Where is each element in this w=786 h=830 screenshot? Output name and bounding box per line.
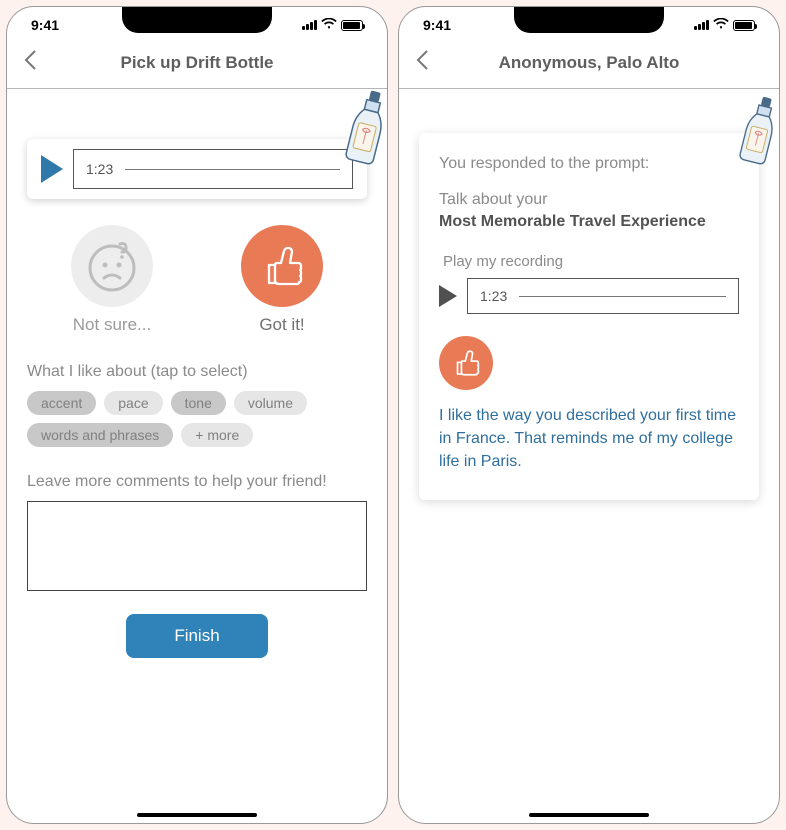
content-right: You responded to the prompt: Talk about …	[399, 89, 779, 823]
feedback-text: I like the way you described your first …	[439, 404, 739, 474]
status-icons	[302, 17, 363, 33]
signal-icon	[694, 20, 709, 30]
chip-volume[interactable]: volume	[234, 391, 307, 415]
home-indicator[interactable]	[529, 813, 649, 817]
audio-player-card: 1:23	[27, 139, 367, 199]
header: Pick up Drift Bottle	[7, 39, 387, 89]
audio-time: 1:23	[480, 288, 507, 304]
rating-not-sure[interactable]: Not sure...	[71, 225, 153, 335]
thumbs-up-icon	[241, 225, 323, 307]
audio-player-row: 1:23	[439, 278, 739, 314]
rating-got-it[interactable]: Got it!	[241, 225, 323, 335]
status-time: 9:41	[423, 17, 451, 33]
page-title: Pick up Drift Bottle	[47, 53, 371, 73]
thumbs-up-icon	[439, 336, 493, 390]
notch	[514, 7, 664, 33]
battery-icon	[733, 20, 755, 31]
rating-row: Not sure... Got it!	[27, 225, 367, 335]
battery-icon	[341, 20, 363, 31]
home-indicator[interactable]	[137, 813, 257, 817]
play-button[interactable]	[439, 285, 457, 307]
bottle-icon	[345, 89, 387, 174]
like-section-label: What I like about (tap to select)	[27, 363, 367, 381]
audio-time: 1:23	[86, 161, 113, 177]
notch	[122, 7, 272, 33]
prompt-intro: You responded to the prompt:	[439, 155, 739, 173]
wifi-icon	[713, 17, 729, 33]
chip-accent[interactable]: accent	[27, 391, 96, 415]
page-title: Anonymous, Palo Alto	[439, 53, 763, 73]
status-time: 9:41	[31, 17, 59, 33]
chip-words-phrases[interactable]: words and phrases	[27, 423, 173, 447]
finish-button[interactable]: Finish	[126, 614, 267, 658]
prompt-lead: Talk about your	[439, 191, 739, 209]
back-button[interactable]	[23, 49, 47, 76]
rating-got-it-label: Got it!	[259, 315, 304, 335]
confused-face-icon	[71, 225, 153, 307]
audio-timeline[interactable]: 1:23	[467, 278, 739, 314]
rating-not-sure-label: Not sure...	[73, 315, 151, 335]
bottle-icon	[739, 93, 779, 174]
timeline-line	[519, 296, 726, 297]
header: Anonymous, Palo Alto	[399, 39, 779, 89]
content-left: 1:23 Not sure...	[7, 89, 387, 823]
chip-more[interactable]: + more	[181, 423, 253, 447]
phone-left: 9:41 Pick up Drift Bottle	[6, 6, 388, 824]
phone-right: 9:41 Anonymous, Palo Alto	[398, 6, 780, 824]
play-button[interactable]	[41, 155, 63, 183]
play-my-recording-label: Play my recording	[443, 253, 739, 270]
wifi-icon	[321, 17, 337, 33]
signal-icon	[302, 20, 317, 30]
chip-row: accent pace tone volume words and phrase…	[27, 391, 367, 447]
back-button[interactable]	[415, 49, 439, 76]
comment-input[interactable]	[27, 501, 367, 591]
audio-timeline[interactable]: 1:23	[73, 149, 353, 189]
chip-pace[interactable]: pace	[104, 391, 162, 415]
status-icons	[694, 17, 755, 33]
timeline-line	[125, 169, 340, 170]
chip-tone[interactable]: tone	[171, 391, 226, 415]
response-card: You responded to the prompt: Talk about …	[419, 133, 759, 500]
prompt-topic: Most Memorable Travel Experience	[439, 213, 739, 231]
comment-label: Leave more comments to help your friend!	[27, 471, 367, 493]
